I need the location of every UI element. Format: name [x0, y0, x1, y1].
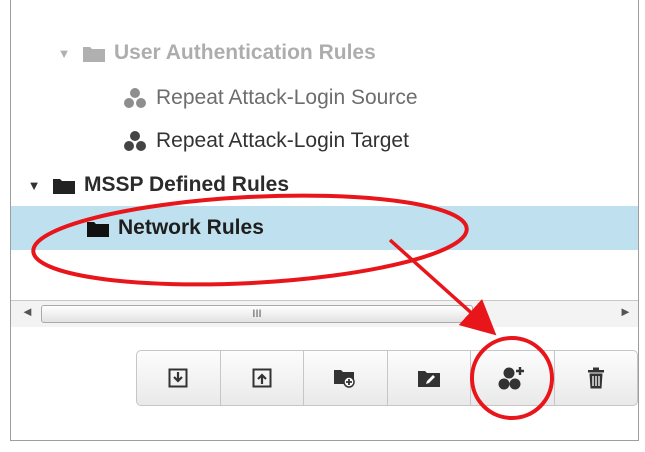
- folder-icon: [53, 178, 75, 194]
- export-icon: [252, 368, 272, 388]
- expand-arrow-icon[interactable]: ▼: [25, 178, 43, 193]
- tree-item-mssp-defined-rules[interactable]: ▼ MSSP Defined Rules: [11, 164, 638, 206]
- tree-item-repeat-attack-login-source[interactable]: Repeat Attack-Login Source: [11, 77, 638, 119]
- add-folder-icon: [334, 370, 355, 388]
- rules-toolbar: [136, 350, 638, 406]
- scroll-right-arrow-icon[interactable]: ►: [619, 304, 632, 319]
- horizontal-scrollbar[interactable]: ◄ III ►: [11, 300, 638, 327]
- add-rule-icon: [498, 367, 525, 390]
- rules-tree: ▼ User Authentication Rules Repeat Attac…: [11, 0, 638, 295]
- rules-panel: ▼ User Authentication Rules Repeat Attac…: [10, 0, 639, 441]
- folder-icon: [87, 221, 109, 237]
- tree-item-label: MSSP Defined Rules: [84, 173, 289, 196]
- add-folder-button[interactable]: [304, 351, 388, 405]
- trash-icon: [587, 367, 604, 389]
- rule-icon: [124, 88, 146, 108]
- import-icon: [168, 368, 188, 388]
- tree-item-label: Repeat Attack-Login Target: [156, 129, 409, 152]
- folder-icon: [83, 46, 105, 62]
- scrollbar-grip: III: [252, 308, 262, 320]
- rule-icon: [124, 131, 146, 151]
- add-rule-button[interactable]: [471, 351, 555, 405]
- import-button[interactable]: [137, 351, 221, 405]
- tree-item-label: User Authentication Rules: [114, 41, 376, 64]
- edit-folder-icon: [417, 371, 440, 387]
- tree-item-repeat-attack-login-target[interactable]: Repeat Attack-Login Target: [11, 120, 638, 162]
- tree-item-network-rules[interactable]: Network Rules: [11, 206, 638, 250]
- scroll-left-arrow-icon[interactable]: ◄: [21, 304, 34, 319]
- edit-folder-button[interactable]: [388, 351, 471, 405]
- delete-button[interactable]: [555, 351, 638, 405]
- scrollbar-thumb[interactable]: III: [41, 305, 473, 323]
- expand-arrow-icon[interactable]: ▼: [55, 46, 73, 61]
- tree-item-label: Network Rules: [118, 216, 264, 239]
- tree-item-label: Repeat Attack-Login Source: [156, 86, 418, 109]
- tree-item-user-authentication-rules[interactable]: ▼ User Authentication Rules: [11, 32, 638, 74]
- export-button[interactable]: [221, 351, 304, 405]
